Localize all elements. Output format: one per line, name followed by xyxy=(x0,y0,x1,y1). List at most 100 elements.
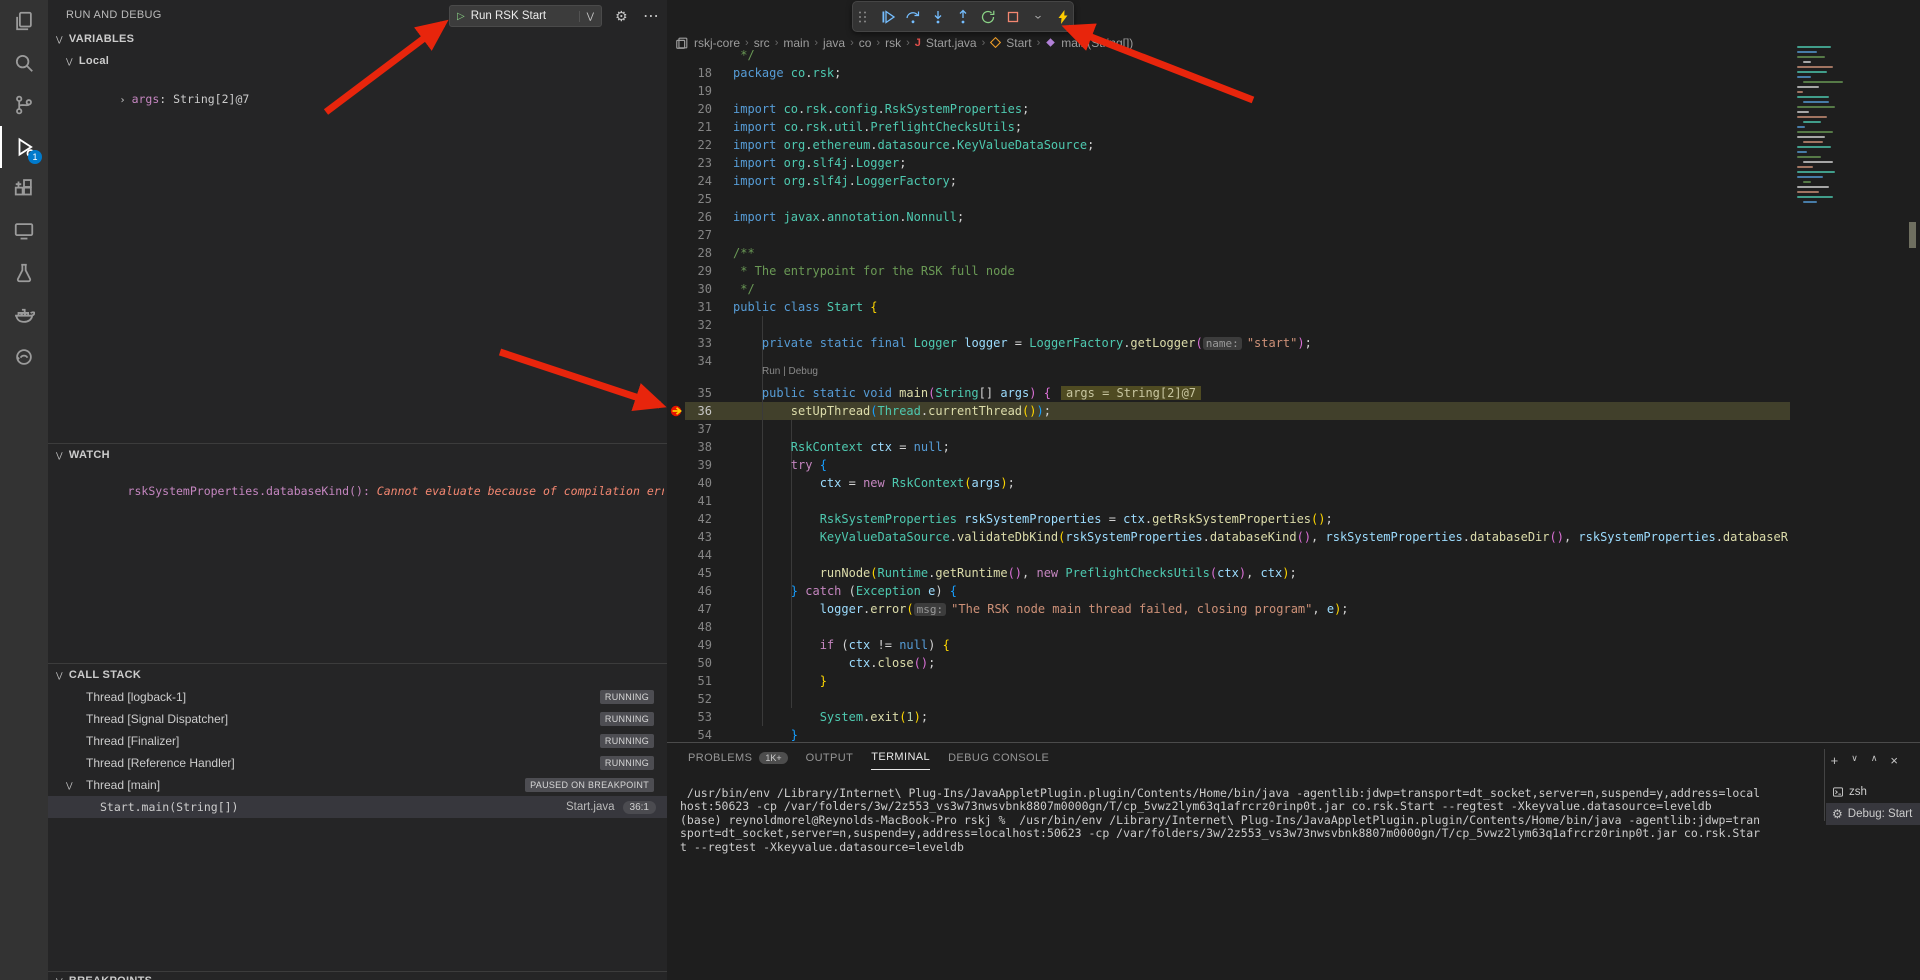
variables-scope-local[interactable]: ⋁Local xyxy=(66,55,109,67)
watch-section-header[interactable]: ⋁WATCH xyxy=(56,449,110,461)
terminal-session-zsh[interactable]: zsh xyxy=(1826,781,1920,803)
terminal-output[interactable]: /usr/bin/env /Library/Internet\ Plug-Ins… xyxy=(680,787,1820,854)
panel-tab-terminal[interactable]: TERMINAL xyxy=(871,751,930,770)
code-line-22[interactable]: import org.ethereum.datasource.KeyValueD… xyxy=(733,136,1790,154)
code-line-54[interactable]: } xyxy=(733,726,1790,742)
continue-icon[interactable] xyxy=(878,6,897,28)
code-line-24[interactable]: import org.slf4j.LoggerFactory; xyxy=(733,172,1790,190)
line-number[interactable]: 37 xyxy=(667,420,712,438)
line-number[interactable]: 23 xyxy=(667,154,712,172)
breakpoints-section-header[interactable]: ⋁BREAKPOINTS xyxy=(56,975,152,980)
code-line-47[interactable]: logger.error(msg:"The RSK node main thre… xyxy=(733,600,1790,618)
code-line-21[interactable]: import co.rsk.util.PreflightChecksUtils; xyxy=(733,118,1790,136)
code-line-48[interactable] xyxy=(733,618,1790,636)
code-line-25[interactable] xyxy=(733,190,1790,208)
line-number[interactable]: 51 xyxy=(667,672,712,690)
maximize-panel-icon[interactable]: ∧ xyxy=(1871,753,1878,768)
line-number[interactable]: 22 xyxy=(667,136,712,154)
step-into-icon[interactable] xyxy=(928,6,947,28)
line-number[interactable]: 54 xyxy=(667,726,712,742)
code-line-29[interactable]: * The entrypoint for the RSK full node xyxy=(733,262,1790,280)
close-panel-icon[interactable]: × xyxy=(1890,753,1898,768)
code-line-27[interactable] xyxy=(733,226,1790,244)
breadcrumb[interactable]: rskj-core›src›main›java›co›rsk›JStart.ja… xyxy=(675,33,1133,52)
line-number[interactable]: 33 xyxy=(667,334,712,352)
breadcrumb-part[interactable]: java xyxy=(823,36,845,50)
activity-item-testing[interactable] xyxy=(0,252,48,294)
line-number[interactable]: 28 xyxy=(667,244,712,262)
chevron-down-icon[interactable]: ⋁ xyxy=(579,11,601,22)
stop-dropdown-icon[interactable] xyxy=(1029,6,1048,28)
line-number[interactable]: 30 xyxy=(667,280,712,298)
line-number[interactable]: 26 xyxy=(667,208,712,226)
step-over-icon[interactable] xyxy=(903,6,922,28)
line-number[interactable]: 25 xyxy=(667,190,712,208)
breadcrumb-part[interactable]: rsk xyxy=(885,36,901,50)
line-number[interactable]: 34 xyxy=(667,352,712,370)
line-number[interactable]: 40 xyxy=(667,474,712,492)
section-divider[interactable] xyxy=(48,663,667,664)
step-out-icon[interactable] xyxy=(953,6,972,28)
code-line-33[interactable]: private static final Logger logger = Log… xyxy=(733,334,1790,352)
code-line-49[interactable]: if (ctx != null) { xyxy=(733,636,1790,654)
code-line-43[interactable]: KeyValueDataSource.validateDbKind(rskSys… xyxy=(733,528,1790,546)
line-number[interactable]: 44 xyxy=(667,546,712,564)
activity-item-run-and-debug[interactable]: 1 xyxy=(0,126,48,168)
line-number[interactable]: 41 xyxy=(667,492,712,510)
views-more-icon[interactable]: ⋯ xyxy=(643,6,659,26)
activity-item-source-control[interactable] xyxy=(0,84,48,126)
code-line-42[interactable]: RskSystemProperties rskSystemProperties … xyxy=(733,510,1790,528)
line-number[interactable]: 19 xyxy=(667,82,712,100)
line-number[interactable]: 42 xyxy=(667,510,712,528)
breadcrumb-part[interactable]: main xyxy=(783,36,809,50)
restart-icon[interactable] xyxy=(979,6,998,28)
activity-item-extensions[interactable] xyxy=(0,168,48,210)
code-line-46[interactable]: } catch (Exception e) { xyxy=(733,582,1790,600)
line-number[interactable]: 43 xyxy=(667,528,712,546)
breakpoint-paused-icon[interactable] xyxy=(670,404,686,418)
line-number[interactable]: 48 xyxy=(667,618,712,636)
code-line-26[interactable]: import javax.annotation.Nonnull; xyxy=(733,208,1790,226)
code-line-50[interactable]: ctx.close(); xyxy=(733,654,1790,672)
hot-code-replace-icon[interactable] xyxy=(1054,6,1073,28)
section-divider[interactable] xyxy=(48,443,667,444)
activity-item-docker[interactable] xyxy=(0,294,48,336)
line-number[interactable]: 45 xyxy=(667,564,712,582)
breadcrumb-class[interactable]: Start xyxy=(1006,36,1031,50)
activity-item-gradle[interactable] xyxy=(0,336,48,378)
code-line-30[interactable]: */ xyxy=(733,280,1790,298)
code-line-37[interactable] xyxy=(733,420,1790,438)
line-number[interactable]: 31 xyxy=(667,298,712,316)
line-number[interactable]: 24 xyxy=(667,172,712,190)
thread-row[interactable]: Thread [logback-1]RUNNING xyxy=(48,686,667,708)
stack-frame-row[interactable]: Start.main(String[])Start.java36:1 xyxy=(48,796,667,818)
thread-row[interactable]: Thread [Signal Dispatcher]RUNNING xyxy=(48,708,667,730)
line-number[interactable]: 52 xyxy=(667,690,712,708)
code-line-28[interactable]: /** xyxy=(733,244,1790,262)
panel-tab-output[interactable]: OUTPUT xyxy=(806,751,854,770)
breadcrumb-part[interactable]: src xyxy=(754,36,770,50)
line-number[interactable]: 39 xyxy=(667,456,712,474)
code-line-45[interactable]: runNode(Runtime.getRuntime(), new Prefli… xyxy=(733,564,1790,582)
code-line-20[interactable]: import co.rsk.config.RskSystemProperties… xyxy=(733,100,1790,118)
code-line-39[interactable]: try { xyxy=(733,456,1790,474)
thread-row[interactable]: Thread [Finalizer]RUNNING xyxy=(48,730,667,752)
code-line-31[interactable]: public class Start { xyxy=(733,298,1790,316)
thread-row[interactable]: ⋁Thread [main]PAUSED ON BREAKPOINT xyxy=(48,774,667,796)
line-number[interactable]: 32 xyxy=(667,316,712,334)
line-number[interactable]: 27 xyxy=(667,226,712,244)
launch-config-dropdown[interactable]: ▷ Run RSK Start ⋁ xyxy=(449,5,602,27)
line-number[interactable]: 20 xyxy=(667,100,712,118)
code-line-35[interactable]: public static void main(String[] args) {… xyxy=(733,384,1790,402)
line-number[interactable]: 47 xyxy=(667,600,712,618)
line-number[interactable]: 18 xyxy=(667,64,712,82)
debug-settings-gear-icon[interactable]: ⚙ xyxy=(615,8,628,25)
code-line-38[interactable]: RskContext ctx = null; xyxy=(733,438,1790,456)
activity-item-explorer[interactable] xyxy=(0,0,48,42)
breadcrumb-method[interactable]: main(String[]) xyxy=(1061,36,1133,50)
code-line-36[interactable]: setUpThread(Thread.currentThread()); xyxy=(733,402,1790,420)
code-line-19[interactable] xyxy=(733,82,1790,100)
variables-section-header[interactable]: ⋁VARIABLES xyxy=(56,33,134,45)
terminal-session-debug-start[interactable]: ⚙Debug: Start xyxy=(1826,803,1920,825)
drag-handle-icon[interactable] xyxy=(853,6,872,28)
